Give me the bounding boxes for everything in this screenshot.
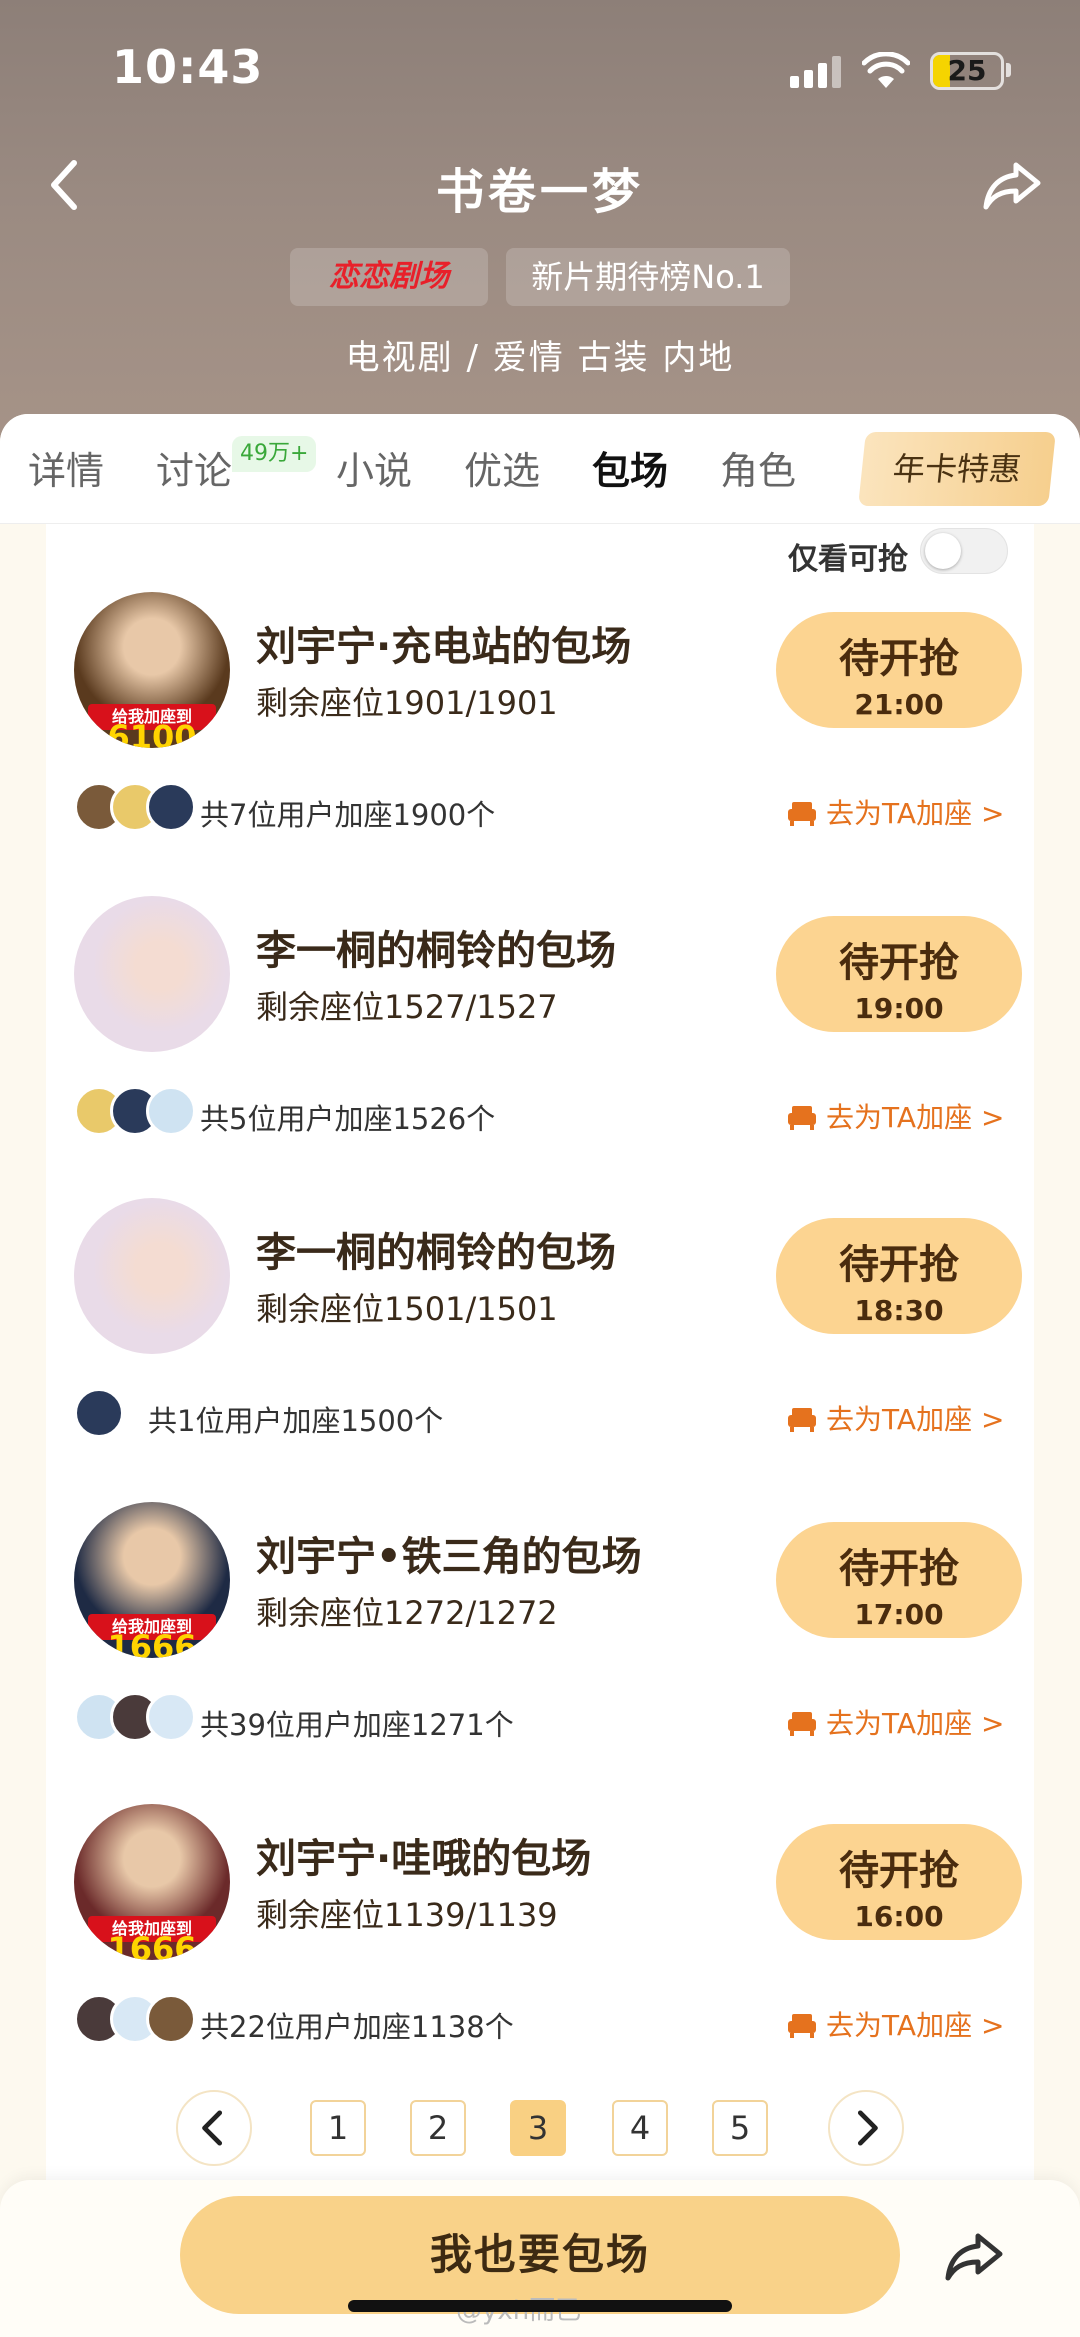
next-page-icon[interactable] bbox=[828, 2090, 904, 2166]
page-1-button[interactable]: 1 bbox=[310, 2100, 366, 2156]
tab-discussion[interactable]: 讨论 bbox=[156, 440, 232, 495]
page-5-button[interactable]: 5 bbox=[712, 2100, 768, 2156]
tab-details[interactable]: 详情 bbox=[28, 440, 104, 495]
grab-label: 待开抢 bbox=[839, 636, 959, 682]
filter-label: 仅看可抢 bbox=[788, 542, 908, 577]
grab-label: 待开抢 bbox=[839, 1242, 959, 1288]
grab-seat-button[interactable]: 待开抢 18:30 bbox=[776, 1218, 1022, 1334]
grab-time: 19:00 bbox=[854, 992, 944, 1025]
theater-logo-badge[interactable]: 恋恋剧场 bbox=[290, 248, 488, 306]
sofa-icon bbox=[788, 2014, 816, 2038]
screening-card[interactable]: 给我加座到 1666 刘宇宁•铁三角的包场 剩余座位1272/1272 待开抢 … bbox=[46, 1502, 1034, 1802]
page-2-button[interactable]: 2 bbox=[410, 2100, 466, 2156]
screening-card[interactable]: 给我加座到 1666 刘宇宁·哇哦的包场 剩余座位1139/1139 待开抢 1… bbox=[46, 1804, 1034, 2104]
screening-avatar: 给我加座到 1666 bbox=[74, 1502, 230, 1658]
grab-label: 待开抢 bbox=[839, 1546, 959, 1592]
user-avatar bbox=[146, 1692, 196, 1742]
annual-card-promo-button[interactable]: 年卡特惠 bbox=[858, 432, 1056, 506]
battery-icon: 25 bbox=[930, 52, 1004, 90]
sofa-icon bbox=[788, 1712, 816, 1736]
user-avatar bbox=[146, 1994, 196, 2044]
seats-remaining: 剩余座位1139/1139 bbox=[256, 1896, 558, 1934]
sofa-icon bbox=[788, 802, 816, 826]
share-icon[interactable] bbox=[980, 155, 1044, 215]
screening-card[interactable]: 给我加座到 6100 刘宇宁·充电站的包场 剩余座位1901/1901 待开抢 … bbox=[46, 592, 1034, 892]
joined-users-count: 共5位用户加座1526个 bbox=[200, 1102, 496, 1136]
add-seat-label: 去为TA加座 > bbox=[826, 1101, 1005, 1134]
user-avatar bbox=[146, 782, 196, 832]
tab-private-screening[interactable]: 包场 bbox=[592, 440, 668, 495]
grab-time: 18:30 bbox=[854, 1294, 944, 1327]
add-seat-link[interactable]: 去为TA加座 > bbox=[786, 1398, 1004, 1438]
user-avatar bbox=[146, 1086, 196, 1136]
avatar-goal-number: 1666 bbox=[107, 1930, 197, 1960]
grab-seat-button[interactable]: 待开抢 19:00 bbox=[776, 916, 1022, 1032]
sofa-icon bbox=[788, 1106, 816, 1130]
screening-avatar bbox=[74, 896, 230, 1052]
screening-avatar: 给我加座到 1666 bbox=[74, 1804, 230, 1960]
grab-time: 21:00 bbox=[854, 688, 944, 721]
seats-remaining: 剩余座位1527/1527 bbox=[256, 988, 558, 1026]
screening-card[interactable]: 李一桐的桐铃的包场 剩余座位1501/1501 待开抢 18:30 共1位用户加… bbox=[46, 1198, 1034, 1498]
cellular-signal-icon bbox=[790, 56, 842, 88]
user-avatar bbox=[74, 1388, 124, 1438]
tab-novel[interactable]: 小说 bbox=[336, 440, 412, 495]
share-icon[interactable] bbox=[942, 2226, 1006, 2286]
screening-title: 李一桐的桐铃的包场 bbox=[256, 1230, 616, 1276]
screening-title: 李一桐的桐铃的包场 bbox=[256, 928, 616, 974]
seats-remaining: 剩余座位1272/1272 bbox=[256, 1594, 558, 1632]
joined-users-count: 共7位用户加座1900个 bbox=[200, 798, 496, 832]
discussion-count-badge: 49万+ bbox=[232, 436, 317, 472]
screening-title: 刘宇宁·哇哦的包场 bbox=[256, 1836, 592, 1882]
sofa-icon bbox=[788, 1408, 816, 1432]
status-time: 10:43 bbox=[112, 40, 264, 94]
joined-users-count: 共1位用户加座1500个 bbox=[148, 1404, 444, 1438]
grab-seat-button[interactable]: 待开抢 17:00 bbox=[776, 1522, 1022, 1638]
tab-featured[interactable]: 优选 bbox=[464, 440, 540, 495]
page-3-button[interactable]: 3 bbox=[510, 2100, 566, 2156]
battery-level: 25 bbox=[947, 54, 987, 87]
joined-users-count: 共22位用户加座1138个 bbox=[200, 2010, 514, 2044]
grab-seat-button[interactable]: 待开抢 21:00 bbox=[776, 612, 1022, 728]
add-seat-link[interactable]: 去为TA加座 > bbox=[786, 2004, 1004, 2044]
joined-users-count: 共39位用户加座1271个 bbox=[200, 1708, 514, 1742]
screening-card[interactable]: 李一桐的桐铃的包场 剩余座位1527/1527 待开抢 19:00 共5位用户加… bbox=[46, 896, 1034, 1196]
add-seat-label: 去为TA加座 > bbox=[826, 1707, 1005, 1740]
ranking-badge[interactable]: 新片期待榜No.1 bbox=[506, 248, 790, 306]
screening-title: 刘宇宁·充电站的包场 bbox=[256, 624, 632, 670]
grab-label: 待开抢 bbox=[839, 940, 959, 986]
seats-remaining: 剩余座位1901/1901 bbox=[256, 684, 558, 722]
battery-cap bbox=[1006, 63, 1011, 77]
page-4-button[interactable]: 4 bbox=[612, 2100, 668, 2156]
grab-time: 17:00 bbox=[854, 1598, 944, 1631]
status-bar: 10:43 25 bbox=[0, 0, 1080, 140]
home-indicator bbox=[348, 2300, 732, 2312]
grab-label: 待开抢 bbox=[839, 1848, 959, 1894]
add-seat-label: 去为TA加座 > bbox=[826, 1403, 1005, 1436]
prev-page-icon[interactable] bbox=[176, 2090, 252, 2166]
screening-avatar: 给我加座到 6100 bbox=[74, 592, 230, 748]
screening-avatar bbox=[74, 1198, 230, 1354]
genre-line: 电视剧 / 爱情 古装 内地 bbox=[345, 338, 735, 378]
grab-time: 16:00 bbox=[854, 1900, 944, 1933]
screening-title: 刘宇宁•铁三角的包场 bbox=[256, 1534, 642, 1580]
tab-characters[interactable]: 角色 bbox=[720, 440, 796, 495]
grab-seat-button[interactable]: 待开抢 16:00 bbox=[776, 1824, 1022, 1940]
avatar-goal-number: 1666 bbox=[107, 1628, 197, 1658]
page-title: 书卷一梦 bbox=[435, 164, 644, 220]
add-seat-label: 去为TA加座 > bbox=[826, 2009, 1005, 2042]
add-seat-link[interactable]: 去为TA加座 > bbox=[786, 1702, 1004, 1742]
available-only-toggle[interactable] bbox=[920, 528, 1008, 574]
avatar-goal-number: 6100 bbox=[107, 718, 197, 748]
add-seat-link[interactable]: 去为TA加座 > bbox=[786, 1096, 1004, 1136]
seats-remaining: 剩余座位1501/1501 bbox=[256, 1290, 558, 1328]
wifi-icon bbox=[862, 52, 910, 88]
add-seat-link[interactable]: 去为TA加座 > bbox=[786, 792, 1004, 832]
add-seat-label: 去为TA加座 > bbox=[826, 797, 1005, 830]
toggle-knob bbox=[925, 533, 961, 569]
